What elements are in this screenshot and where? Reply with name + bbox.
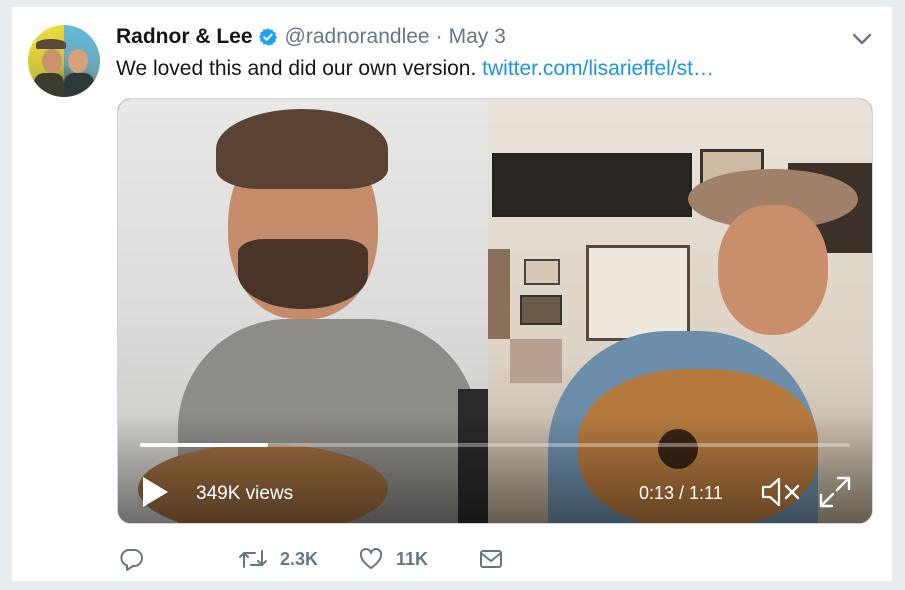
author-name[interactable]: Radnor & Lee [116, 25, 253, 49]
tweet-link[interactable]: twitter.com/lisarieffel/st… [482, 57, 714, 80]
like-button[interactable]: 11K [358, 543, 428, 575]
tweet-text: We loved this and did our own version. t… [116, 57, 714, 81]
author-handle[interactable]: @radnorandlee [285, 25, 430, 49]
play-icon[interactable] [140, 475, 170, 509]
direct-message-button[interactable] [478, 543, 504, 575]
like-icon [358, 547, 384, 571]
direct-message-icon [478, 547, 504, 571]
volume-muted-icon[interactable] [760, 475, 802, 509]
fullscreen-icon[interactable] [818, 475, 852, 509]
verified-badge-icon [258, 27, 278, 47]
retweet-button[interactable]: 2.3K [238, 543, 318, 575]
view-count: 349K views [196, 483, 294, 504]
tweet-date[interactable]: May 3 [449, 25, 506, 49]
reply-button[interactable] [118, 543, 156, 575]
progress-bar[interactable] [140, 443, 850, 447]
video-player[interactable]: 349K views 0:13 / 1:11 [117, 98, 873, 524]
retweet-count: 2.3K [280, 548, 319, 569]
avatar[interactable] [28, 25, 100, 97]
tweet-card[interactable]: Radnor & Lee @radnorandlee · May 3 We lo… [12, 6, 892, 582]
like-count: 11K [396, 548, 429, 569]
tweet-header: Radnor & Lee @radnorandlee · May 3 [116, 23, 506, 51]
tweet-actions: 2.3K 11K [116, 543, 536, 575]
controls-overlay [118, 413, 872, 523]
video-time: 0:13 / 1:11 [639, 483, 723, 503]
progress-fill [140, 443, 268, 447]
retweet-icon [238, 547, 268, 571]
reply-icon [118, 547, 144, 571]
separator-dot: · [435, 25, 443, 48]
caret-down-icon[interactable] [850, 29, 874, 49]
tweet-body: We loved this and did our own version. [116, 57, 477, 80]
